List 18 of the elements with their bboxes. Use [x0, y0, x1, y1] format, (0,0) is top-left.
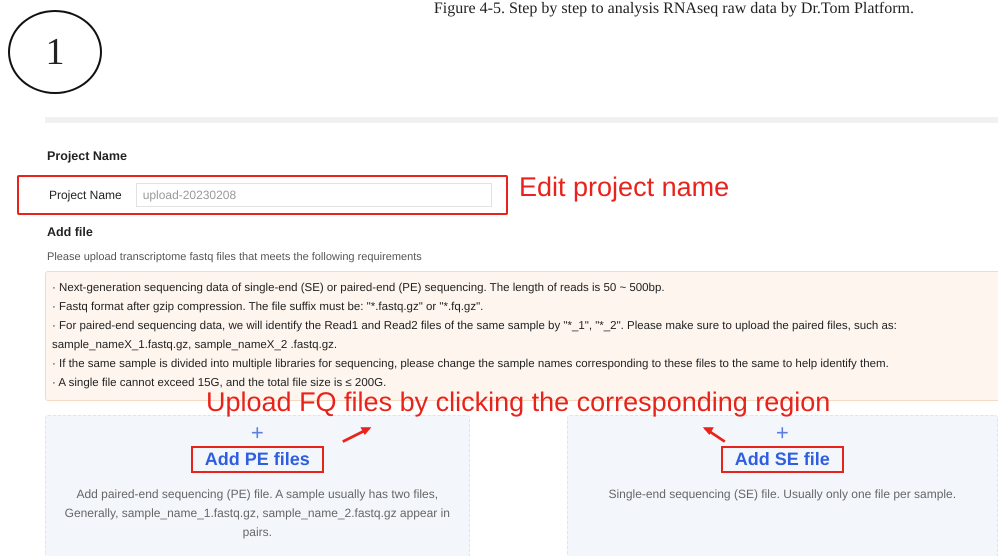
add-files-button[interactable]: Add PE files: [190, 446, 324, 473]
requirement-text: · Fastq format after gzip compression. The file suffix must be: "*.fastq.gz" or "*.fq.gz".: [52, 300, 484, 315]
figure-caption: Figure 4-5. Step by step to analysis RNAseq raw data by Dr.Tom Platform.: [434, 0, 914, 19]
upload-description: Add paired-end sequencing (PE) file. A sample usually has two files, Generally, sample_name_1.fastq.gz, sample_name_2.fastq.gz appear in pairs.: [64, 486, 451, 541]
hint-text: Please upload transcriptome fastq files that meets the following requirements: [47, 251, 423, 263]
section-title: Add file: [47, 225, 94, 239]
requirement-text: · Next-generation sequencing data of single-end (SE) or paired-end (PE) sequencing. The length of reads is 50 ~ 500bp.: [52, 281, 666, 296]
requirement-text: · For paired-end sequencing data, we will identify the Read1 and Read2 files of the same sample by "*_1", "*_2". Please make sure to upload the paired files, such as: sample_nameX_1.fastq.gz, sample_nameX_2 .fastq.gz.: [52, 319, 898, 353]
requirement-text: · If the same sample is divided into multiple libraries for sequencing, please change the sample names corresponding to these files to the same to help identify them.: [52, 357, 890, 372]
add-files-button[interactable]: Add SE file: [720, 446, 844, 473]
annotation-text: Edit project name: [519, 172, 730, 203]
upload-description: Single-end sequencing (SE) file. Usually only one file per sample.: [608, 486, 958, 503]
step-badge: 1: [8, 10, 102, 94]
field-label: Project Name: [49, 188, 122, 202]
plus-icon: +: [776, 422, 789, 444]
plus-icon: +: [250, 422, 264, 444]
input-field[interactable]: upload-20230208: [136, 183, 492, 207]
section-title: Project Name: [47, 149, 128, 163]
